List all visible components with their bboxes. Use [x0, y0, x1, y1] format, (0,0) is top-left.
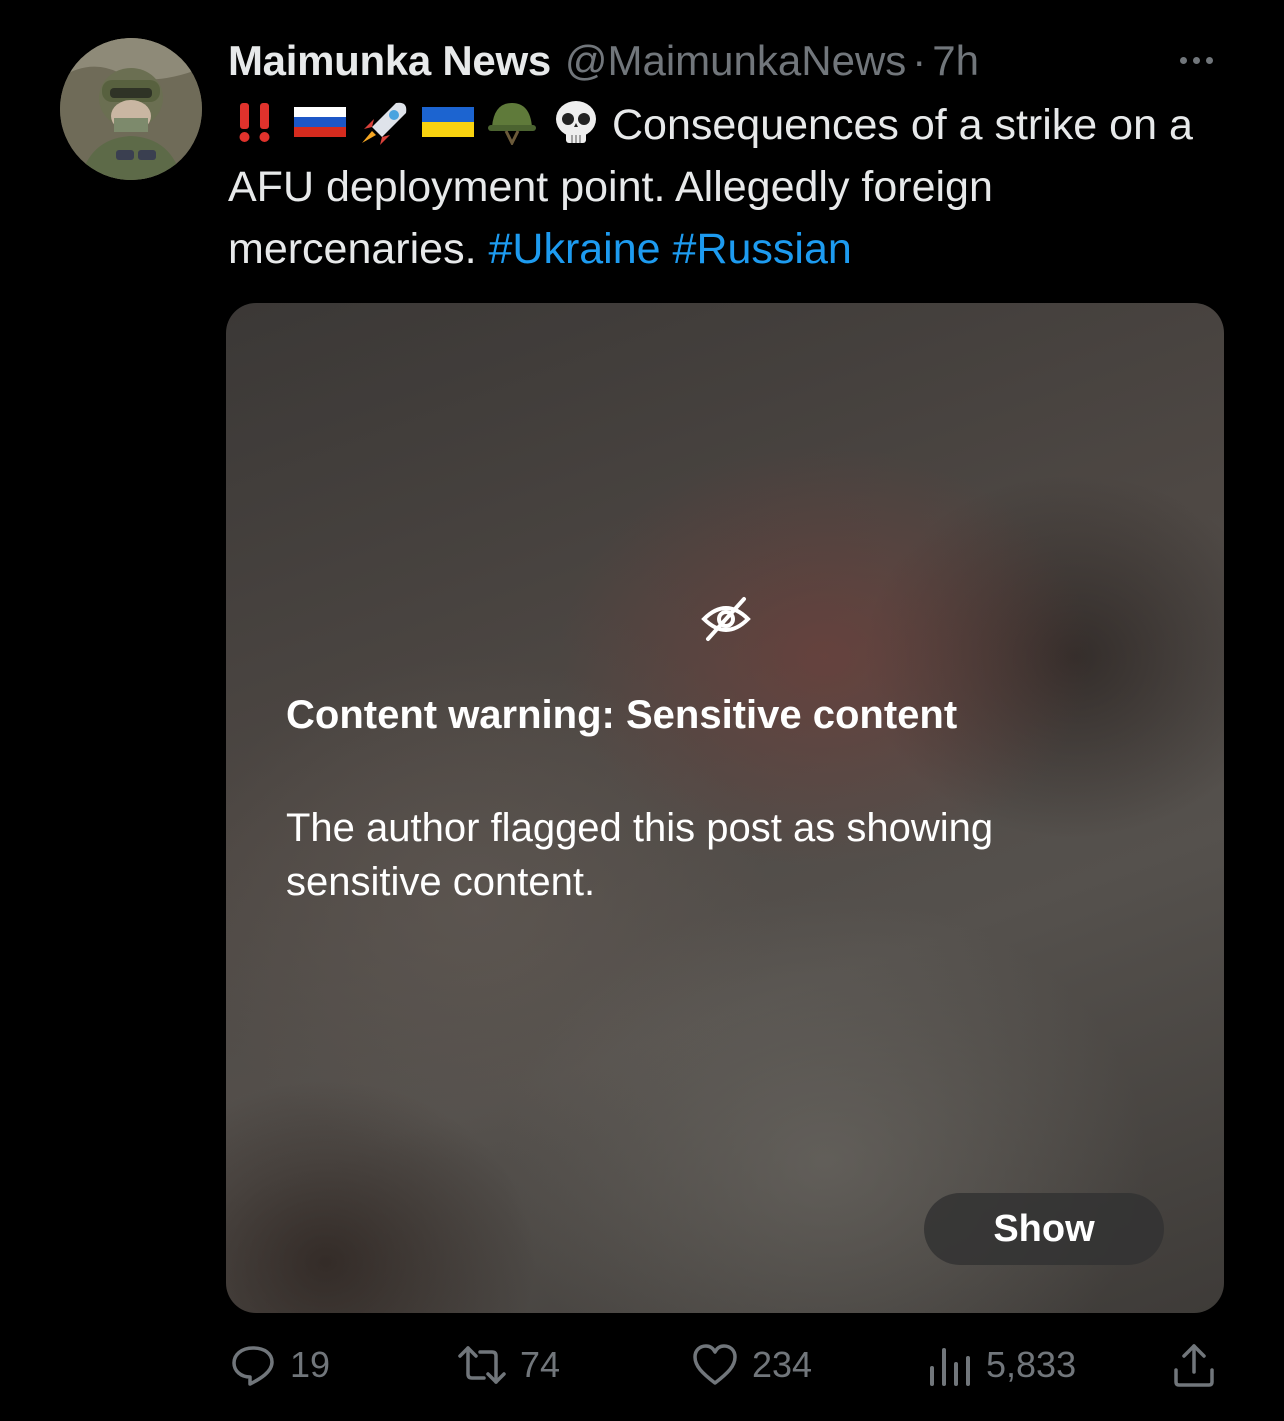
views-button[interactable]: 5,833 [924, 1340, 1076, 1390]
military-helmet-emoji [484, 99, 540, 145]
like-button[interactable]: 234 [690, 1340, 812, 1390]
reply-count: 19 [290, 1344, 331, 1385]
skull-emoji [548, 99, 604, 145]
reply-icon [232, 1346, 274, 1386]
eye-slash-icon [698, 591, 754, 647]
repost-button[interactable]: 74 [456, 1340, 560, 1390]
more-dot [1192, 56, 1200, 64]
tweet-header: Maimunka News @MaimunkaNews · 7h [228, 36, 979, 86]
share-button[interactable] [1170, 1340, 1218, 1390]
tweet-text: Consequences of a strike on a AFU deploy… [228, 94, 1218, 280]
content-warning-title: Content warning: Sensitive content [286, 693, 958, 737]
like-count: 234 [752, 1344, 813, 1385]
hashtag-russian[interactable]: #Russian [673, 225, 852, 273]
avatar-photo [60, 38, 202, 180]
more-options-icon[interactable] [1168, 46, 1224, 74]
repost-count: 74 [520, 1344, 561, 1385]
user-handle[interactable]: @MaimunkaNews [565, 37, 906, 85]
avatar[interactable] [60, 38, 202, 180]
views-chart-icon [930, 1348, 970, 1386]
repost-icon [458, 1346, 506, 1384]
more-dot [1179, 56, 1187, 64]
share-icon [1174, 1344, 1214, 1387]
views-count: 5,833 [986, 1344, 1077, 1385]
reply-button[interactable]: 19 [228, 1340, 330, 1390]
ukraine-flag-emoji [420, 99, 476, 145]
hashtag-ukraine[interactable]: #Ukraine [488, 225, 660, 273]
display-name[interactable]: Maimunka News [228, 37, 551, 85]
separator-dot: · [912, 37, 927, 84]
show-button[interactable]: Show [924, 1193, 1164, 1265]
rocket-emoji [356, 99, 412, 145]
heart-icon [693, 1344, 737, 1385]
content-warning-description: The author flagged this post as showing … [286, 806, 994, 904]
timestamp[interactable]: 7h [932, 37, 979, 85]
russia-flag-emoji [292, 99, 348, 145]
sensitive-media-card: Content warning: Sensitive content The a… [226, 303, 1224, 1313]
more-dot [1205, 56, 1213, 64]
double-exclamation-emoji [228, 99, 284, 145]
